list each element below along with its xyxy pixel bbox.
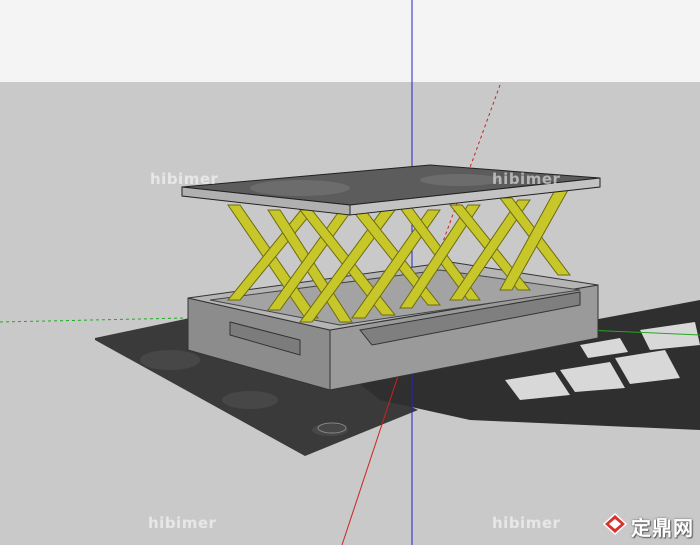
watermark: hibimer <box>148 514 217 532</box>
logo-text: 定鼎网 <box>631 516 694 540</box>
watermark: hibimer <box>492 170 561 188</box>
sky <box>0 0 700 82</box>
diamond-logo-icon <box>602 512 628 540</box>
site-logo: 定鼎网 <box>602 512 694 541</box>
watermark: hibimer <box>150 170 219 188</box>
sketchup-viewport[interactable] <box>0 0 700 545</box>
watermark: hibimer <box>492 514 561 532</box>
